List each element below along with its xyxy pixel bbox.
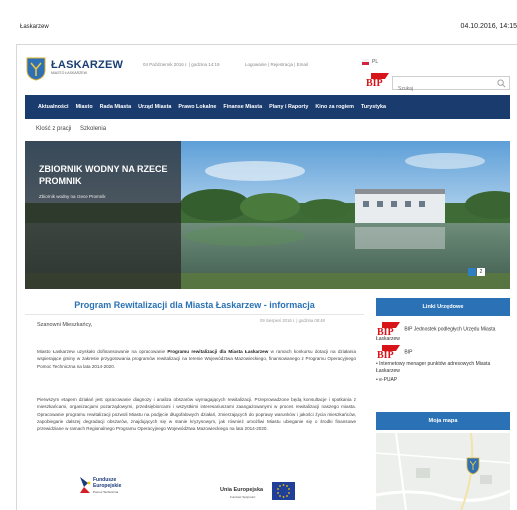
eu-union-title: Unia Europejska <box>220 487 264 493</box>
eu-funds-logo: Fundusze Europejskie Pomoc Techniczna <box>80 477 136 505</box>
article-title[interactable]: Program Rewitalizacji dla Miasta Łaskarz… <box>25 300 364 310</box>
nav-item-finanse-miasta[interactable]: Finanse Miasta <box>223 104 262 110</box>
link-label[interactable]: BIP <box>404 349 412 355</box>
hero-pager: 2 <box>468 268 486 276</box>
hero-caption: Zbiornik wodny na rzece Promnik <box>39 194 106 199</box>
nav-item-aktualnosci[interactable]: Aktualności <box>38 104 69 110</box>
nav-item-plany-raporty[interactable]: Plany i Raporty <box>269 104 308 110</box>
svg-text:BIP: BIP <box>377 350 394 359</box>
link-label[interactable]: Internetowy menager punktów adresowych M… <box>376 361 490 374</box>
site-logo-subtitle: MIASTO ŁASKARZEW <box>51 71 87 75</box>
link-address-manager[interactable]: • Internetowy menager punktów adresowych… <box>376 361 510 375</box>
links-box-header[interactable]: Linki Urzędowe <box>376 298 510 316</box>
search-box[interactable] <box>392 76 510 95</box>
polish-flag-icon[interactable] <box>362 59 369 65</box>
coat-of-arms-icon[interactable] <box>26 57 46 81</box>
svg-text:BIP: BIP <box>377 327 394 336</box>
map-tiles <box>376 433 510 510</box>
bip-icon: BIP <box>377 345 400 359</box>
clock: 04.10.2016, 14:15 <box>460 23 517 30</box>
article-date: 09 Sierpień 2016 r. | godzina 08:48 <box>260 318 325 323</box>
language-label[interactable]: PL <box>372 59 378 65</box>
article-paragraph-2: Pierwszym etapem działań jest opracowani… <box>37 397 356 432</box>
eu-funds-icon <box>80 477 91 493</box>
main-nav: Aktualności Miasto Rada Miasta Urząd Mia… <box>25 95 510 119</box>
nav-item-rada-miasta[interactable]: Rada Miasta <box>100 104 131 110</box>
hero-title[interactable]: ZBIORNIK WODNY NA RZECE PROMNIK <box>39 163 179 187</box>
map-marker-icon <box>466 457 480 475</box>
subtab-szkolenia[interactable]: Szkolenia <box>80 126 106 132</box>
official-links-list: BIP BIP Jednostek podległych Urzędu Mias… <box>376 322 510 386</box>
nav-item-turystyka[interactable]: Turystyka <box>361 104 386 110</box>
eu-funds-title: Fundusze Europejskie <box>93 477 122 489</box>
eu-flag-icon <box>272 482 295 500</box>
slide-1-button[interactable] <box>468 268 476 276</box>
city-map[interactable] <box>376 433 510 510</box>
site-logo-title[interactable]: ŁASKARZEW <box>51 59 123 71</box>
article-header: Program Rewitalizacji dla Miasta Łaskarz… <box>25 293 364 315</box>
header-date: 04 Październik 2016 r. | godzina 14:19 <box>143 62 220 67</box>
eu-union-subtitle: Fundusz Spójności <box>230 495 256 499</box>
p1-text-a: Miasto Łaskarzew uzyskało dofinansowanie… <box>37 349 168 354</box>
search-input[interactable] <box>393 83 493 95</box>
p1-bold-text: Programu rewitalizacji dla Miasta Łaskar… <box>167 349 269 354</box>
eu-funds-subtitle: Pomoc Techniczna <box>93 490 119 494</box>
link-epuap[interactable]: • e-PUAP <box>376 377 510 384</box>
eu-union-logo: Unia Europejska Fundusz Spójności <box>220 482 330 504</box>
tab-title: Łaskarzew <box>20 24 49 30</box>
browser-titlebar: Łaskarzew 04.10.2016, 14:15 <box>0 0 517 44</box>
hero-slider[interactable]: ZBIORNIK WODNY NA RZECE PROMNIK Zbiornik… <box>25 141 510 289</box>
link-label[interactable]: e-PUAP <box>379 377 397 383</box>
nav-item-prawo-lokalne[interactable]: Prawo Lokalne <box>178 104 216 110</box>
account-links[interactable]: Logowanie | Rejestracja | Email <box>245 62 308 67</box>
article-greeting: Szanowni Mieszkańcy, <box>37 322 93 328</box>
search-icon[interactable] <box>497 79 506 88</box>
nav-item-kino[interactable]: Kino za rogiem <box>315 104 354 110</box>
slide-2-button[interactable]: 2 <box>477 268 485 276</box>
subtab-oferty-pracy[interactable]: Klość z pracji <box>36 126 71 132</box>
article-paragraph-1: Miasto Łaskarzew uzyskało dofinansowanie… <box>37 348 356 370</box>
link-bip-jednostek[interactable]: BIP BIP Jednostek podległych Urzędu Mias… <box>376 322 510 343</box>
bip-logo-icon[interactable]: BIP <box>365 73 389 87</box>
link-bip[interactable]: BIP BIP <box>376 345 510 359</box>
nav-item-miasto[interactable]: Miasto <box>76 104 93 110</box>
bip-icon: BIP <box>377 322 400 336</box>
map-box-header[interactable]: Moja mapa <box>376 412 510 430</box>
nav-item-urzad-miasta[interactable]: Urząd Miasta <box>138 104 171 110</box>
svg-text:BIP: BIP <box>366 78 383 87</box>
sub-tabs: Klość z pracji Szkolenia <box>36 126 113 132</box>
hero-caption-panel: ZBIORNIK WODNY NA RZECE PROMNIK Zbiornik… <box>25 141 181 289</box>
